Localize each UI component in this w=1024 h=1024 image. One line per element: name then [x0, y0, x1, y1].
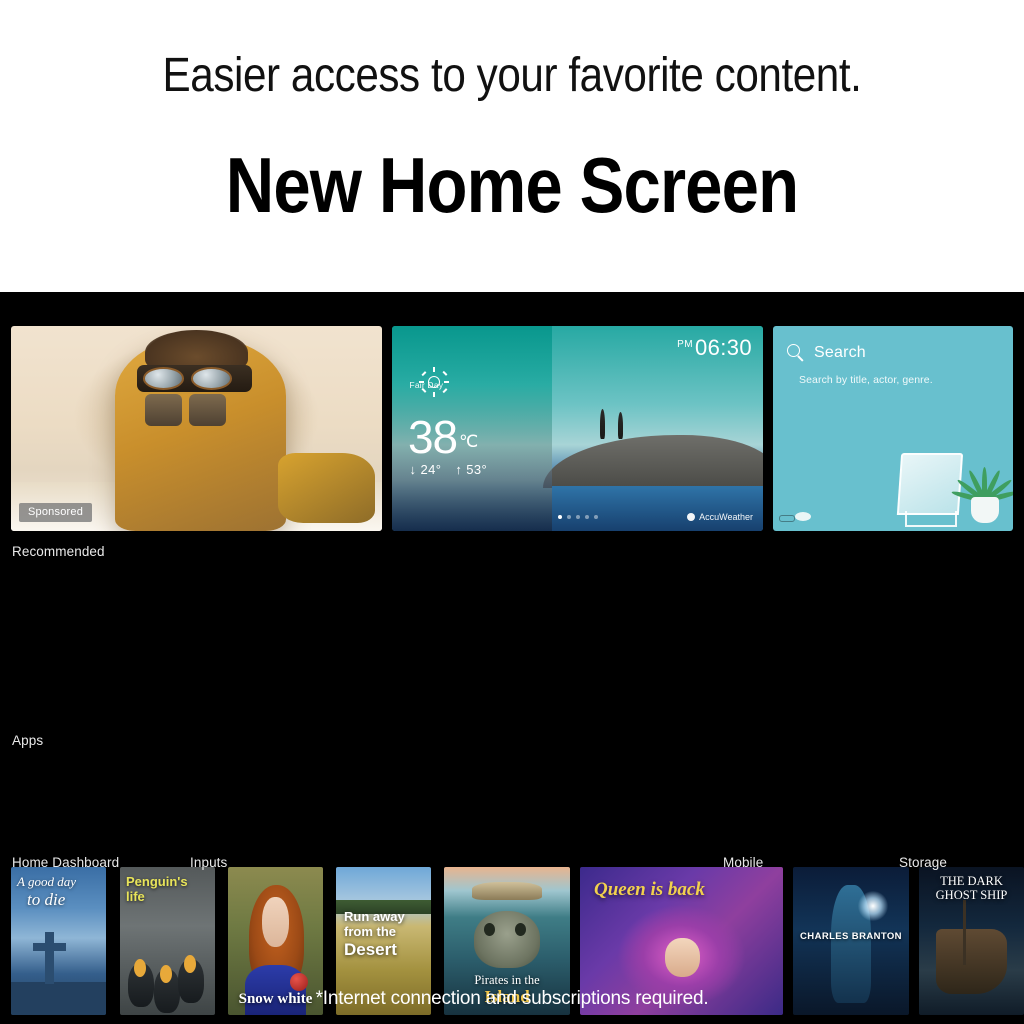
hero-sponsored-card[interactable]: Sponsored: [11, 326, 382, 531]
hero-goggle-lens-left: [142, 367, 184, 390]
hero-backpack: [278, 453, 375, 523]
glasses-graphic: [779, 515, 795, 522]
recommended-section-label: Recommended: [12, 544, 105, 559]
carousel-dot[interactable]: [584, 515, 589, 519]
recommended-tile-title: THE DARK GHOST SHIP: [935, 874, 1008, 903]
recommended-tile-title: CHARLES BRANTON: [800, 931, 902, 943]
footer-disclaimer: *Internet connection and subscriptions r…: [315, 988, 709, 1009]
dashboard-group-label-storage: Storage: [899, 855, 947, 870]
chair-graphic: [896, 453, 964, 515]
plant-graphic: [951, 447, 1013, 504]
carousel-dot[interactable]: [593, 515, 598, 519]
hero-binocular-left: [144, 393, 182, 427]
recommended-tile-title: Queen is back: [594, 879, 705, 900]
weather-tree-a: [599, 408, 605, 439]
search-card[interactable]: Search Search by title, actor, genre.: [773, 326, 1013, 531]
promo-headline: New Home Screen: [225, 141, 799, 229]
search-header[interactable]: Search: [787, 344, 866, 362]
carousel-dot[interactable]: [575, 515, 580, 519]
weather-temperature: 38 ℃: [407, 411, 478, 463]
weather-provider: AccuWeather: [687, 512, 753, 522]
recommended-tile-title: A good day to die: [17, 874, 76, 909]
carousel-dot[interactable]: [557, 515, 562, 519]
search-placeholder-text: Search by title, actor, genre.: [799, 374, 933, 386]
weather-info-panel: Fair Day 38 ℃ ↓ 24° ↑ 53°: [392, 326, 552, 531]
hero-binocular-right: [189, 393, 227, 427]
sponsored-badge: Sponsored: [19, 503, 93, 522]
weather-min-max: ↓ 24° ↑ 53°: [410, 462, 502, 477]
accuweather-logo-icon: [687, 513, 696, 521]
apps-section-label: Apps: [12, 733, 44, 748]
weather-card[interactable]: Fair Day 38 ℃ ↓ 24° ↑ 53° PM06:30 AccuWeat…: [392, 326, 763, 531]
search-title: Search: [814, 344, 866, 361]
weather-ground: [543, 434, 763, 488]
search-icon: [787, 344, 805, 362]
carousel-dot[interactable]: [566, 515, 571, 519]
plant-pot-graphic: [971, 497, 999, 523]
weather-high: ↑ 53°: [455, 462, 488, 477]
dashboard-group-label-home: Home Dashboard: [12, 855, 120, 870]
weather-water: [551, 485, 763, 531]
tv-home-screen: Sponsored Fair Day 38 ℃ ↓ 24° ↑ 53° PM06…: [0, 292, 1024, 1024]
clock-ampm: PM: [677, 339, 693, 350]
dashboard-group-label-inputs: Inputs: [190, 855, 228, 870]
small-object-graphic: [795, 512, 811, 521]
recommended-tile-title: Penguin's life: [126, 874, 188, 904]
weather-unit: ℃: [459, 432, 478, 451]
weather-low: ↓ 24°: [409, 462, 442, 477]
dashboard-group-label-mobile: Mobile: [723, 855, 764, 870]
promo-subheadline: Easier access to your favorite content.: [162, 49, 862, 102]
promo-header: Easier access to your favorite content. …: [0, 0, 1024, 292]
promo-page: Easier access to your favorite content. …: [0, 0, 1024, 1024]
clock: PM06:30: [677, 335, 752, 360]
hero-goggle-lens-right: [190, 367, 232, 390]
weather-condition: Fair Day: [409, 380, 444, 390]
recommended-tile-title: Run away from the Desert: [344, 909, 405, 959]
chair-legs-graphic: [905, 511, 957, 527]
